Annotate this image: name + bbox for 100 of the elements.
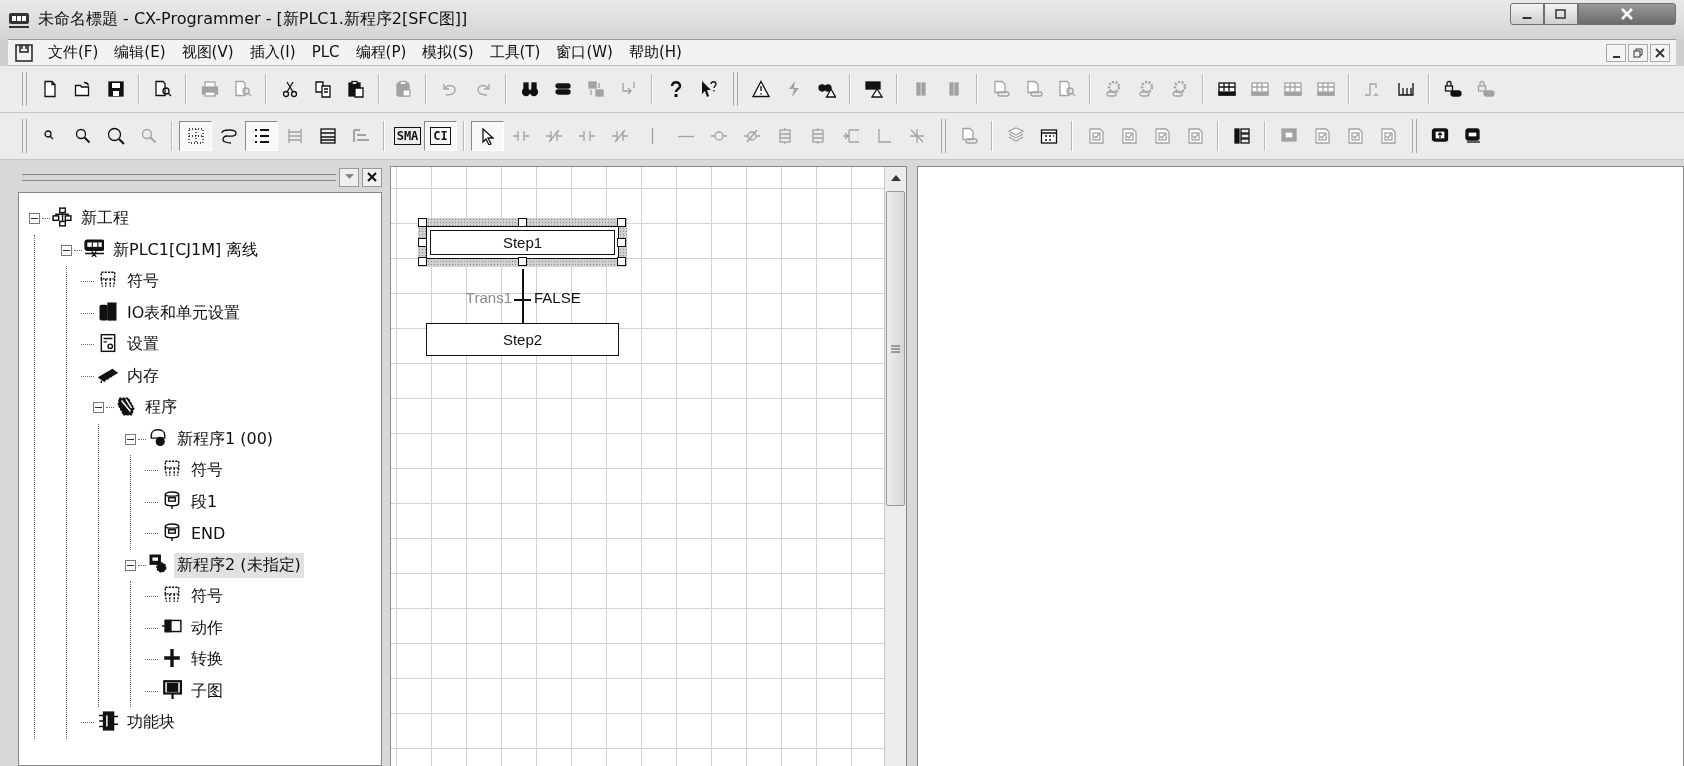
closed-contact-icon	[544, 127, 563, 145]
clipboard-icon	[393, 80, 412, 98]
comb-icon	[1396, 80, 1415, 98]
menu-item[interactable]: 编程(P)	[347, 42, 415, 63]
program-icon	[148, 427, 168, 448]
symbol-table-icon	[162, 584, 182, 605]
restore-button[interactable]	[1628, 43, 1648, 62]
binoculars-icon	[520, 80, 539, 98]
sfc-canvas[interactable]: Step1 Trans1 FALSE Step2	[391, 167, 884, 766]
tree-item[interactable]: IO表和单元设置	[124, 300, 244, 326]
menu-item[interactable]: 插入(I)	[241, 42, 304, 63]
document-chip-icon	[959, 127, 978, 145]
tree-item[interactable]: 设置	[124, 332, 162, 358]
toolbar-button[interactable]: CI	[424, 121, 457, 151]
tree-item[interactable]: 新程序1 (00)	[174, 426, 277, 452]
open-folder-icon	[73, 80, 92, 98]
negated-coil-icon	[742, 127, 761, 145]
device-icon	[1463, 127, 1482, 145]
horizontal-line-icon	[677, 134, 694, 138]
close-button[interactable]	[1650, 43, 1670, 62]
panel-icon	[1279, 127, 1298, 145]
programs-icon	[116, 395, 136, 416]
vertical-scrollbar[interactable]	[884, 167, 906, 766]
lock-icon	[1476, 80, 1495, 98]
plc-unit-icon	[1283, 80, 1302, 98]
tree-item[interactable]: 符号	[124, 269, 162, 295]
list-icon	[252, 127, 271, 145]
collapse-icon[interactable]	[61, 244, 72, 256]
maximize-icon	[1555, 9, 1567, 19]
monitor-upload-icon	[1430, 127, 1449, 145]
grip-icon[interactable]	[891, 344, 900, 353]
sfc-step[interactable]: Step1	[418, 218, 627, 267]
tree-item[interactable]: END	[188, 522, 229, 546]
vertical-line-icon	[651, 128, 654, 144]
checkbox-document-icon	[1378, 127, 1397, 145]
close-icon	[1620, 8, 1634, 20]
minimize-icon	[1522, 17, 1532, 19]
subchart-icon	[162, 679, 182, 700]
tree-item[interactable]: 段1	[188, 489, 221, 515]
grip-handle[interactable]	[22, 173, 336, 181]
tree-item[interactable]: 符号	[188, 458, 226, 484]
tree-item[interactable]: 新程序2 (未指定)	[174, 552, 304, 578]
plc-unit-icon	[1250, 80, 1269, 98]
document-chip-icon	[991, 80, 1010, 98]
copy-icon	[313, 80, 332, 98]
warning-icon	[751, 80, 770, 98]
close-icon	[367, 172, 377, 182]
tree-item[interactable]: 转换	[188, 647, 226, 673]
menu-item[interactable]: 编辑(E)	[106, 42, 174, 63]
scroll-up-icon[interactable]	[890, 174, 901, 181]
minimize-button[interactable]	[1510, 3, 1544, 25]
minimize-icon	[1612, 55, 1620, 58]
tree-item[interactable]: 程序	[142, 395, 180, 421]
tree-item[interactable]: 功能块	[124, 710, 178, 736]
tree-item[interactable]: 内存	[124, 363, 162, 389]
connector-line	[522, 269, 524, 323]
document-icon[interactable]	[14, 43, 34, 62]
tree-item[interactable]: 动作	[188, 615, 226, 641]
document-magnifier-icon	[1057, 80, 1076, 98]
collapse-icon[interactable]	[93, 402, 104, 414]
section-icon	[162, 521, 182, 542]
device-warning-icon	[864, 80, 883, 98]
minimize-button[interactable]	[1606, 43, 1626, 62]
save-icon	[106, 80, 125, 98]
app-icon	[8, 10, 30, 29]
menu-item[interactable]: 工具(T)	[481, 42, 549, 63]
checkbox-document-icon	[1086, 127, 1105, 145]
menu-item[interactable]: 帮助(H)	[620, 42, 690, 63]
checkbox-document-icon	[1119, 127, 1138, 145]
menu-item[interactable]: 模拟(S)	[414, 42, 482, 63]
transition-icon	[162, 647, 182, 668]
io-module-icon	[98, 301, 118, 322]
settings-icon	[98, 332, 118, 353]
checkbox-document-icon	[1312, 127, 1331, 145]
ladder-icon	[285, 127, 304, 145]
calendar-icon	[1039, 127, 1058, 145]
menu-item[interactable]: 窗口(W)	[548, 42, 621, 63]
collapse-icon[interactable]	[29, 213, 40, 225]
lock-icon	[1443, 80, 1462, 98]
tree-item[interactable]: 子图	[188, 678, 226, 704]
collapse-icon[interactable]	[125, 433, 136, 445]
checkbox-document-icon	[1185, 127, 1204, 145]
zoom-icon	[106, 127, 125, 145]
context-help-icon	[699, 80, 718, 98]
menu-item[interactable]: PLC	[303, 42, 348, 63]
collapse-icon[interactable]	[125, 559, 136, 571]
function-block-icon	[98, 710, 118, 731]
menu-item[interactable]: 文件(F)	[40, 42, 107, 63]
grid-icon	[186, 127, 205, 145]
paste-icon	[346, 80, 365, 98]
tree-item[interactable]: 符号	[188, 584, 226, 610]
close-icon	[1655, 47, 1665, 58]
sfc-step[interactable]: Step2	[426, 323, 619, 356]
tree-item[interactable]: 新工程	[78, 206, 132, 232]
tree-item[interactable]: 新PLC1[CJ1M] 离线	[110, 237, 262, 263]
menu-item[interactable]: 视图(V)	[173, 42, 242, 63]
maximize-button[interactable]	[1544, 3, 1578, 25]
closed-contact-icon	[610, 127, 629, 145]
restore-icon	[1633, 47, 1643, 58]
close-button[interactable]	[362, 167, 382, 187]
